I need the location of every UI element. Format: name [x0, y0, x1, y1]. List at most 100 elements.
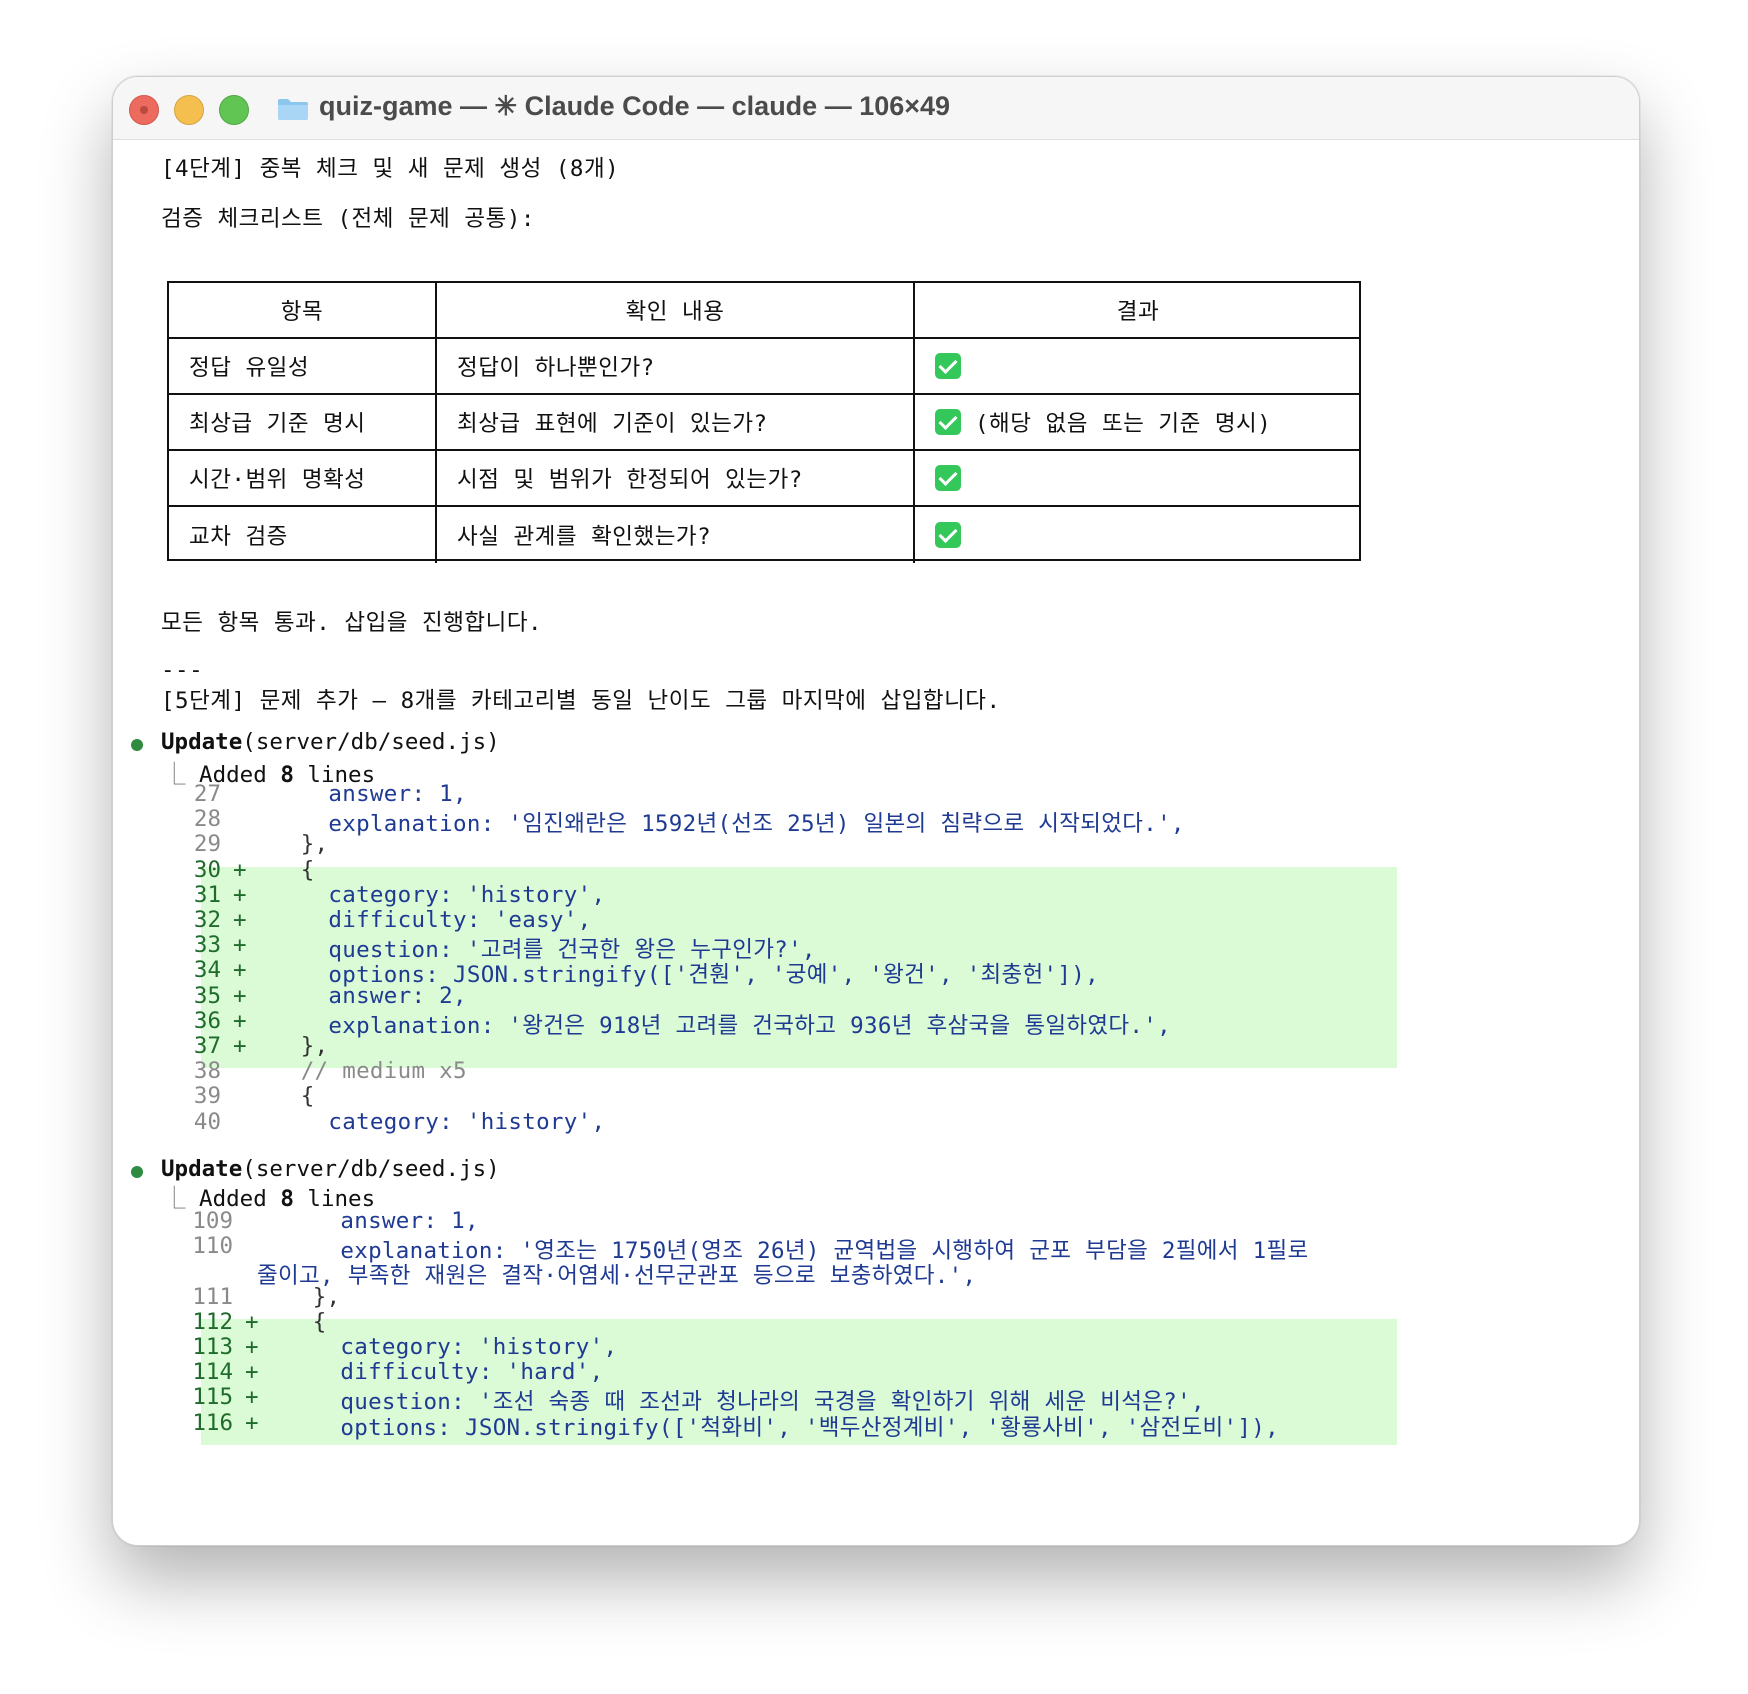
diff-line-number: 34: [193, 957, 221, 984]
terminal-content[interactable]: [4단계] 중복 체크 및 새 문제 생성 (8개) 검증 체크리스트 (전체 …: [113, 139, 1639, 1545]
diff-code-line: {: [273, 1083, 315, 1110]
check-mark-icon: [935, 409, 961, 435]
title-bar[interactable]: quiz-game — ✳ Claude Code — claude — 106…: [113, 77, 1639, 140]
diff-code-line: explanation: '왕건은 918년 고려를 건국하고 936년 후삼국…: [273, 1012, 1171, 1039]
diff-line-number: 111: [192, 1283, 233, 1310]
tool-call-update: Update(server/db/seed.js): [161, 729, 500, 755]
diff-add-marker: +: [233, 856, 247, 883]
diff-line-number: 27: [193, 781, 221, 807]
table-cell-item: 시간·범위 명확성: [189, 467, 366, 493]
tool-args: (server/db/seed.js): [242, 1156, 500, 1182]
table-cell-item: 정답 유일성: [189, 355, 310, 381]
diff-code-line: difficulty: 'hard',: [285, 1359, 604, 1386]
diff-code-line: answer: 2,: [273, 982, 467, 1009]
diff-line-number: 112: [192, 1308, 233, 1335]
diff-line-number: 31: [193, 881, 221, 908]
tool-name: Update: [161, 729, 243, 755]
table-cell-check: 최상급 표현에 기준이 있는가?: [435, 395, 913, 449]
table-cell-result: [913, 507, 1361, 563]
diff-code-line: },: [285, 1283, 341, 1310]
diff-line-number: 28: [193, 806, 221, 833]
diff-code-line: },: [273, 1033, 329, 1059]
tool-call-update: Update(server/db/seed.js): [161, 1156, 500, 1182]
check-mark-icon: [935, 353, 961, 379]
table-row: 교차 검증 사실 관계를 확인했는가?: [169, 507, 1359, 563]
diff-line-number: 36: [193, 1007, 221, 1034]
diff-code-line: answer: 1,: [273, 781, 467, 807]
check-mark-icon: [935, 465, 961, 491]
diff-line-number: 115: [192, 1384, 233, 1411]
diff-add-marker: +: [245, 1359, 259, 1386]
diff-line-number: 30: [193, 856, 221, 883]
diff-code-line: category: 'history',: [285, 1334, 618, 1360]
diff-add-marker: +: [233, 1007, 247, 1034]
diff-code-line: answer: 1,: [285, 1208, 479, 1234]
table-row: 시간·범위 명확성 시점 및 범위가 한정되어 있는가?: [169, 451, 1359, 507]
table-header-check: 확인 내용: [435, 283, 913, 337]
status-dot-icon: [131, 1166, 143, 1178]
diff-line-number: 37: [193, 1033, 221, 1059]
table-row: 정답 유일성 정답이 하나뿐인가?: [169, 339, 1359, 395]
all-pass-message: 모든 항목 통과. 삽입을 진행합니다.: [161, 610, 543, 636]
separator: ---: [161, 657, 204, 683]
checklist-table: 항목 확인 내용 결과 정답 유일성 정답이 하나뿐인가? 최상급 기준 명시 …: [167, 281, 1361, 563]
diff-add-marker: +: [233, 982, 247, 1009]
table-cell-item: 최상급 기준 명시: [189, 411, 366, 437]
diff-add-marker: +: [245, 1334, 259, 1360]
terminal-window: quiz-game — ✳ Claude Code — claude — 106…: [112, 76, 1640, 1546]
diff-line-number: 35: [193, 982, 221, 1009]
table-cell-result: (해당 없음 또는 기준 명시): [913, 395, 1361, 449]
diff-code-line: options: JSON.stringify(['척화비', '백두산정계비'…: [285, 1414, 1279, 1441]
zoom-window-button[interactable]: [219, 95, 249, 125]
diff-line-number: 113: [192, 1334, 233, 1360]
diff-line-number: 116: [192, 1409, 233, 1436]
diff-add-marker: +: [233, 932, 247, 959]
diff-line-number: 114: [192, 1359, 233, 1386]
tool-args: (server/db/seed.js): [242, 729, 500, 755]
diff-line-number: 33: [193, 932, 221, 959]
table-cell-item: 교차 검증: [189, 524, 288, 550]
diff-line-number: 29: [193, 831, 221, 858]
checklist-title: 검증 체크리스트 (전체 문제 공통):: [161, 206, 535, 232]
diff-code-line: // medium x5: [273, 1058, 467, 1085]
diff-code-line: {: [273, 856, 315, 883]
table-cell-check: 시점 및 범위가 한정되어 있는가?: [435, 451, 913, 505]
result-note: (해당 없음 또는 기준 명시): [975, 411, 1272, 437]
diff-code-line: 줄이고, 부족한 재원은 결작·어염세·선무군관포 등으로 보충하였다.',: [257, 1263, 977, 1290]
diff-code-line: category: 'history',: [273, 1108, 606, 1135]
table-header-item: 항목: [280, 299, 324, 325]
close-window-button[interactable]: [129, 95, 159, 125]
window-title: quiz-game — ✳ Claude Code — claude — 106…: [319, 91, 951, 121]
diff-add-marker: +: [245, 1308, 259, 1335]
diff-line-number: 109: [192, 1208, 233, 1234]
table-cell-check: 정답이 하나뿐인가?: [435, 339, 913, 393]
diff-line-number: 39: [193, 1083, 221, 1110]
diff-code-line: explanation: '임진왜란은 1592년(선조 25년) 일본의 침략…: [273, 811, 1185, 838]
diff-add-marker: +: [245, 1409, 259, 1436]
step5-heading: [5단계] 문제 추가 — 8개를 카테고리별 동일 난이도 그룹 마지막에 삽…: [161, 688, 1001, 714]
diff-code-line: {: [285, 1308, 327, 1335]
diff-add-marker: +: [233, 907, 247, 933]
status-dot-icon: [131, 739, 143, 751]
diff-line-number: 40: [193, 1108, 221, 1135]
diff-line-number: 38: [193, 1058, 221, 1085]
diff-code-line: difficulty: 'easy',: [273, 907, 592, 933]
tool-name: Update: [161, 1156, 243, 1182]
diff-add-marker: +: [245, 1384, 259, 1411]
diff-code-line: },: [273, 831, 329, 858]
minimize-window-button[interactable]: [174, 95, 204, 125]
table-row: 최상급 기준 명시 최상급 표현에 기준이 있는가? (해당 없음 또는 기준 …: [169, 395, 1359, 451]
step4-heading: [4단계] 중복 체크 및 새 문제 생성 (8개): [161, 156, 620, 182]
table-cell-check: 사실 관계를 확인했는가?: [435, 507, 913, 563]
diff-line-number: 110: [192, 1233, 233, 1260]
diff-code-line: category: 'history',: [273, 881, 606, 908]
folder-icon: [278, 99, 308, 120]
diff-add-marker: +: [233, 881, 247, 908]
table-cell-result: [913, 339, 1361, 393]
table-header-row: 항목 확인 내용 결과: [169, 283, 1359, 339]
check-mark-icon: [935, 522, 961, 548]
table-cell-result: [913, 451, 1361, 505]
table-header-result: 결과: [913, 283, 1361, 337]
diff-line-number: 32: [193, 907, 221, 933]
diff-add-marker: +: [233, 1033, 247, 1059]
